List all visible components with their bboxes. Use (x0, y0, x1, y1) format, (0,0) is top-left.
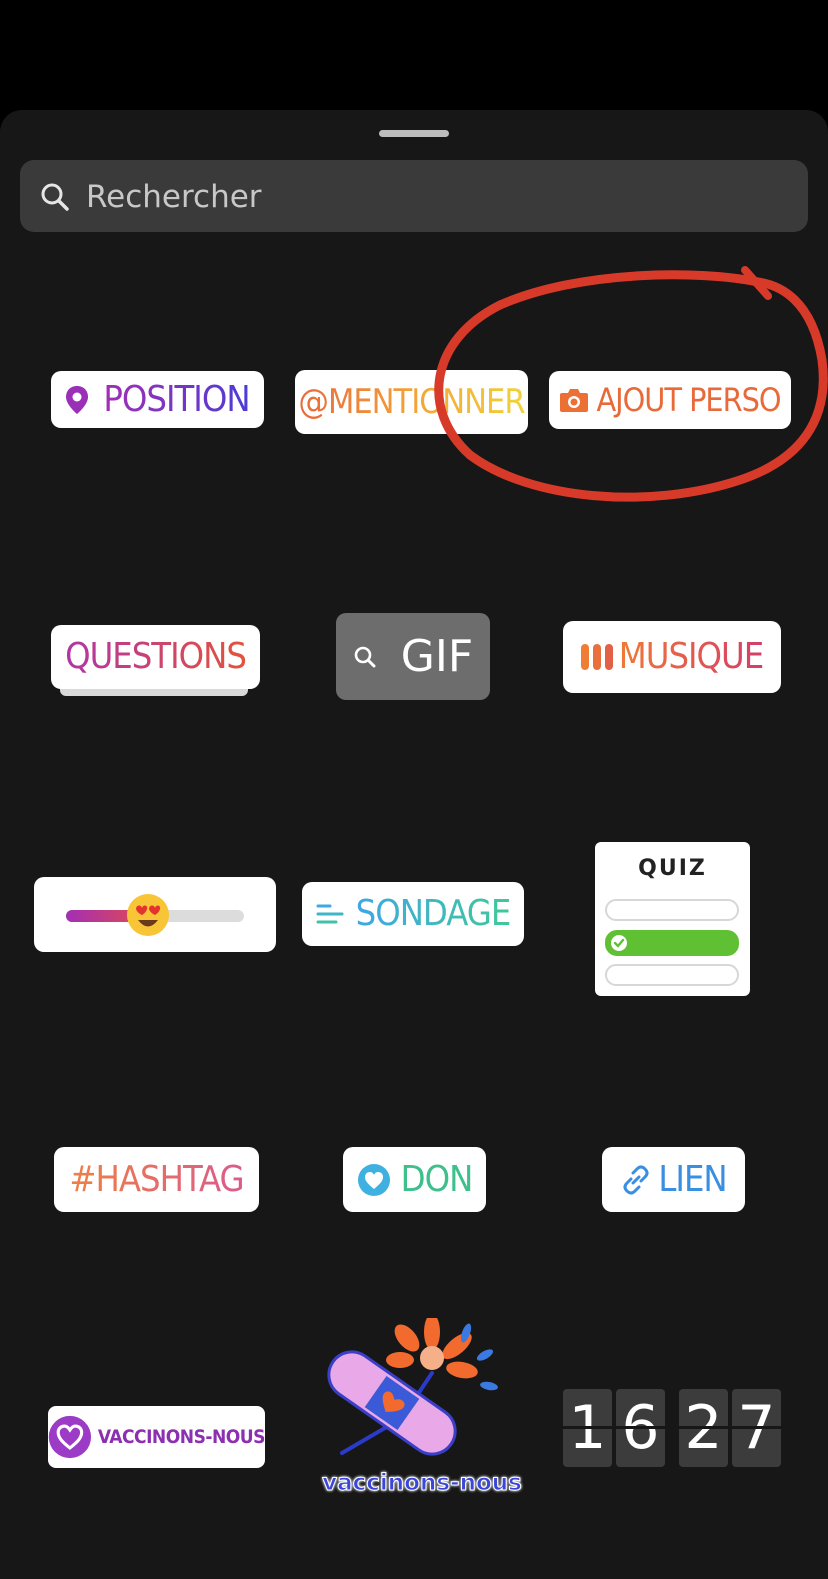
location-pin-icon (66, 385, 89, 414)
lien-label: LIEN (658, 1158, 727, 1200)
questions-sticker[interactable]: QUESTIONS (51, 625, 260, 689)
quiz-sticker[interactable]: QUIZ (595, 842, 750, 996)
search-bar[interactable] (20, 160, 808, 234)
heart-logo-icon (48, 1415, 92, 1459)
hashtag-label: #HASHTAG (69, 1158, 244, 1200)
heart-eyes-emoji-icon[interactable] (126, 893, 170, 937)
check-icon (611, 935, 627, 951)
position-sticker[interactable]: POSITION (51, 371, 264, 428)
lien-sticker[interactable]: LIEN (602, 1147, 745, 1212)
music-bars-icon (580, 644, 613, 670)
bandage-flower-icon (327, 1314, 498, 1456)
don-sticker[interactable]: DON (343, 1147, 486, 1212)
hashtag-sticker[interactable]: #HASHTAG (54, 1147, 259, 1212)
camera-icon (560, 389, 589, 412)
sondage-sticker[interactable]: SONDAGE (302, 882, 524, 946)
vaccinons-sticker[interactable]: vaccinons-nous (322, 1314, 523, 1508)
vaccinons-sticker-label: vaccinons-nous (322, 1470, 523, 1497)
vaccinons-pill-sticker[interactable]: VACCINONS-NOUS (48, 1406, 266, 1468)
quiz-option-correct (605, 930, 739, 956)
questions-label: QUESTIONS (65, 636, 247, 677)
clock-digit: 1 (563, 1389, 612, 1467)
sondage-label: SONDAGE (355, 893, 512, 934)
quiz-title: QUIZ (638, 856, 707, 881)
ajout-perso-label: AJOUT PERSO (596, 381, 781, 419)
quiz-option (605, 899, 739, 921)
emoji-slider-sticker[interactable] (34, 877, 276, 952)
ajout-perso-sticker[interactable]: AJOUT PERSO (549, 371, 791, 429)
mention-label: @MENTIONNER (298, 382, 525, 422)
heart-icon (357, 1163, 390, 1196)
search-icon (354, 646, 376, 667)
clock-digit: 7 (732, 1389, 781, 1467)
gif-sticker[interactable]: GIF (336, 613, 490, 700)
musique-label: MUSIQUE (618, 636, 764, 677)
quiz-option (605, 964, 739, 986)
sheet-drag-handle[interactable] (379, 130, 449, 137)
clock-digit: 2 (679, 1389, 728, 1467)
clock-digit: 6 (616, 1389, 665, 1467)
don-label: DON (400, 1158, 474, 1200)
gif-label: GIF (400, 630, 474, 682)
poll-lines-icon (316, 904, 344, 924)
search-input[interactable] (84, 160, 788, 234)
vaccinons-pill-label: VACCINONS-NOUS (97, 1425, 266, 1448)
search-icon (41, 183, 69, 211)
mention-sticker[interactable]: @MENTIONNER (295, 370, 528, 434)
position-label: POSITION (103, 378, 250, 420)
link-icon (623, 1165, 649, 1194)
musique-sticker[interactable]: MUSIQUE (563, 621, 781, 693)
